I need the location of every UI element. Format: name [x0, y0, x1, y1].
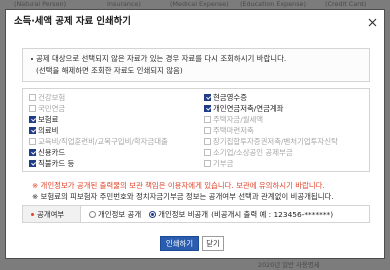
- checkbox-label: 기부금: [213, 159, 234, 168]
- radio-option-disclose[interactable]: 개인정보 공개: [89, 209, 141, 220]
- background-column-header: (Credit Card): [325, 0, 367, 8]
- checkbox[interactable]: [204, 138, 211, 145]
- background-column-header: (Natural Person): [14, 0, 67, 8]
- background-column-header: (Education Expense): [240, 0, 306, 8]
- checkbox[interactable]: [204, 149, 211, 156]
- checkbox-label: 소기업/소상공인 공제부금: [213, 148, 293, 157]
- checkbox-item-insurance-premium[interactable]: 보험료: [29, 114, 194, 125]
- disclosure-row: 공개여부 개인정보 공개 개인정보 비공개 (비공개시 출력 예 : 12345…: [22, 205, 370, 223]
- info-subtext: (선택을 해제하면 조회한 자료도 인쇄되지 않음): [36, 66, 183, 75]
- checkbox-item-pension-savings[interactable]: 개인연금저축/연금계좌: [204, 103, 369, 114]
- checkbox[interactable]: [204, 127, 211, 134]
- checkbox[interactable]: [29, 138, 36, 145]
- disclosure-label: 공개여부: [37, 209, 65, 219]
- close-icon[interactable]: [368, 18, 377, 27]
- checkbox-item-long-term-fund-savings[interactable]: 장기집합투자증권저축/벤처기업투자신탁: [204, 136, 369, 147]
- privacy-warning: ※ 개인정보가 공개된 출력물의 보관 책임은 이용자에게 있습니다. 보관에 …: [32, 181, 325, 190]
- dialog-title: 소득·세액 공제 자료 인쇄하기: [14, 16, 131, 27]
- non-disclosure-notice: ※ 보험료의 피보험자 주민번호와 정치자금기부금 정보는 공개여부 선택과 관…: [32, 192, 334, 201]
- checkbox-label: 직불카드 등: [38, 159, 75, 168]
- checkbox-label: 주택자금/월세액: [213, 115, 264, 124]
- checkbox-label: 교육비/직업훈련비/교복구입비/학자금대출: [38, 137, 168, 146]
- checkbox-label: 개인연금저축/연금계좌: [213, 104, 284, 113]
- checkbox[interactable]: [29, 94, 36, 101]
- close-button[interactable]: 닫기: [202, 236, 224, 251]
- checkbox[interactable]: [29, 160, 36, 167]
- checkbox-item-housing-fund[interactable]: 주택자금/월세액: [204, 114, 369, 125]
- checkbox-label: 신용카드: [38, 148, 66, 157]
- checkbox-label: 보험료: [38, 115, 59, 124]
- checkbox-item-credit-card[interactable]: 신용카드: [29, 147, 194, 158]
- item-column-right: 현금영수증 개인연금저축/연금계좌 주택자금/월세액 주택마련저축 장기집합투자…: [204, 92, 369, 169]
- checkbox[interactable]: [204, 160, 211, 167]
- bullet-icon: [31, 58, 33, 60]
- checkbox-item-donation[interactable]: 기부금: [204, 158, 369, 169]
- required-bullet-icon: [31, 212, 34, 216]
- checkbox[interactable]: [204, 116, 211, 123]
- checkbox[interactable]: [29, 149, 36, 156]
- checkbox-label: 주택마련저축: [213, 126, 254, 135]
- info-text: 공제 대상으로 선택되지 않은 자료가 있는 경우 자료를 다시 조회하시기 바…: [36, 54, 287, 63]
- checkbox-label: 현금영수증: [213, 93, 247, 102]
- disclosure-label-cell: 공개여부: [23, 206, 81, 222]
- masking-example-text: (비공개시 출력 예 : 123456-*******): [211, 209, 334, 219]
- checkbox-item-health-insurance[interactable]: 건강보험: [29, 92, 194, 103]
- disclosure-options: 개인정보 공개 개인정보 비공개 (비공개시 출력 예 : 123456-***…: [81, 209, 333, 220]
- radio-option-non-disclose[interactable]: 개인정보 비공개: [149, 209, 208, 220]
- checkbox-label: 국민연금: [38, 104, 66, 113]
- checkbox-item-national-pension[interactable]: 국민연금: [29, 103, 194, 114]
- print-button[interactable]: 인쇄하기: [160, 236, 199, 251]
- checkbox-item-medical-expense[interactable]: 의료비: [29, 125, 194, 136]
- radio-button[interactable]: [89, 210, 96, 218]
- background-table-header: (Natural Person) Insurance) (Medical Exp…: [0, 0, 390, 9]
- background-column-header: (Medical Expense): [170, 0, 229, 8]
- radio-label: 개인정보 비공개: [158, 209, 209, 219]
- checkbox-item-housing-savings[interactable]: 주택마련저축: [204, 125, 369, 136]
- checkbox-label: 건강보험: [38, 93, 66, 102]
- deduction-item-list: 건강보험 국민연금 보험료 의료비 교육비/직업훈련비/교복구입비/학자금대출 …: [22, 88, 370, 172]
- radio-label: 개인정보 공개: [98, 209, 142, 219]
- checkbox[interactable]: [29, 127, 36, 134]
- background-footer-text: 2020년 일반 사용명세: [258, 261, 320, 269]
- checkbox-item-small-business-deduction[interactable]: 소기업/소상공인 공제부금: [204, 147, 369, 158]
- checkbox-label: 의료비: [38, 126, 59, 135]
- checkbox-item-debit-card[interactable]: 직불카드 등: [29, 158, 194, 169]
- checkbox-item-cash-receipt[interactable]: 현금영수증: [204, 92, 369, 103]
- checkbox-label: 장기집합투자증권저축/벤처기업투자신탁: [213, 137, 338, 146]
- checkbox[interactable]: [29, 105, 36, 112]
- info-box: 공제 대상으로 선택되지 않은 자료가 있는 경우 자료를 다시 조회하시기 바…: [22, 48, 370, 82]
- checkbox-item-education-expense[interactable]: 교육비/직업훈련비/교복구입비/학자금대출: [29, 136, 194, 147]
- item-column-left: 건강보험 국민연금 보험료 의료비 교육비/직업훈련비/교복구입비/학자금대출 …: [29, 92, 194, 169]
- print-deduction-dialog: 소득·세액 공제 자료 인쇄하기 공제 대상으로 선택되지 않은 자료가 있는 …: [5, 9, 385, 259]
- radio-button[interactable]: [149, 210, 157, 218]
- checkbox[interactable]: [29, 116, 36, 123]
- background-column-header: Insurance): [107, 0, 141, 8]
- checkbox[interactable]: [204, 94, 211, 101]
- checkbox[interactable]: [204, 105, 211, 112]
